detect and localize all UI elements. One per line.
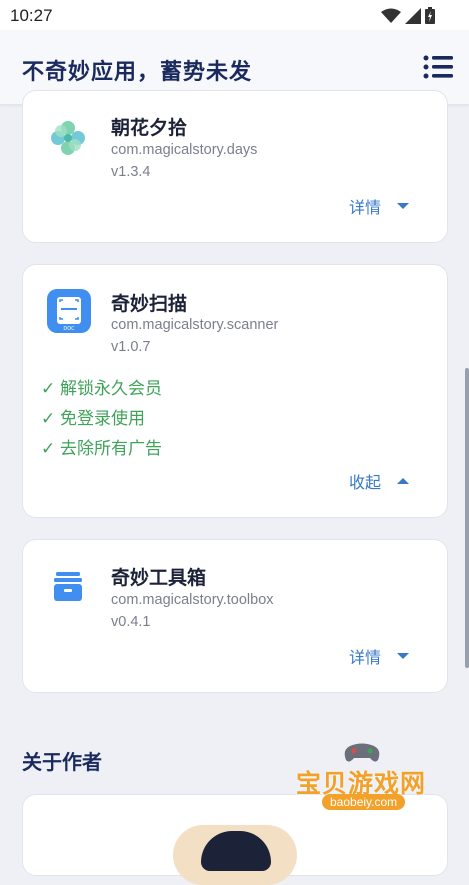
system-icons <box>381 7 435 24</box>
app-name: 奇妙工具箱 <box>111 568 207 589</box>
app-version: v1.0.7 <box>111 339 151 355</box>
expand-arrow-icon <box>397 203 409 209</box>
feature-item: ✓ 解锁永久会员 <box>41 379 162 398</box>
app-name: 朝花夕拾 <box>111 118 188 139</box>
feature-item: ✓ 免登录使用 <box>41 409 145 428</box>
svg-text:DOC: DOC <box>63 326 75 332</box>
expand-arrow-icon <box>397 653 409 659</box>
collapse-toggle[interactable]: 收起 <box>349 469 409 493</box>
app-name: 奇妙扫描 <box>111 294 188 315</box>
collapse-arrow-icon <box>397 478 409 484</box>
app-package: com.magicalstory.days <box>111 142 258 158</box>
details-toggle[interactable]: 详情 <box>349 644 409 668</box>
page-title: 不奇妙应用，蓄势未发 <box>22 59 253 84</box>
status-bar: 10:27 <box>0 0 469 30</box>
scrollbar[interactable] <box>465 368 469 668</box>
list-menu-button[interactable] <box>423 54 453 80</box>
toggle-label: 详情 <box>348 650 381 667</box>
app-package: com.magicalstory.toolbox <box>111 592 274 608</box>
app-card-days: 朝花夕拾 com.magicalstory.days v1.3.4 详情 <box>22 90 448 243</box>
scanner-app-icon: DOC <box>47 289 91 333</box>
about-section-title: 关于作者 <box>22 752 102 774</box>
app-card-scanner: DOC 奇妙扫描 com.magicalstory.scanner v1.0.7… <box>22 264 448 518</box>
author-avatar <box>173 825 297 885</box>
status-time: 10:27 <box>10 6 53 25</box>
details-toggle[interactable]: 详情 <box>349 194 409 218</box>
watermark-url: baobeiy.com <box>322 794 406 810</box>
days-app-icon <box>47 117 89 159</box>
wifi-icon <box>381 8 401 23</box>
app-package: com.magicalstory.scanner <box>111 317 279 333</box>
watermark-logo: 宝贝游戏网 baobeiy.com <box>292 742 440 818</box>
list-menu-icon <box>423 55 453 79</box>
feature-item: ✓ 去除所有广告 <box>41 439 162 458</box>
toggle-label: 详情 <box>348 200 381 217</box>
toolbox-app-icon <box>47 566 89 608</box>
app-version: v1.3.4 <box>111 164 151 180</box>
toggle-label: 收起 <box>348 475 381 492</box>
app-version: v0.4.1 <box>111 614 151 630</box>
battery-icon <box>425 7 435 24</box>
signal-icon <box>405 7 421 24</box>
app-card-toolbox: 奇妙工具箱 com.magicalstory.toolbox v0.4.1 详情 <box>22 539 448 693</box>
gamepad-icon <box>344 743 380 762</box>
